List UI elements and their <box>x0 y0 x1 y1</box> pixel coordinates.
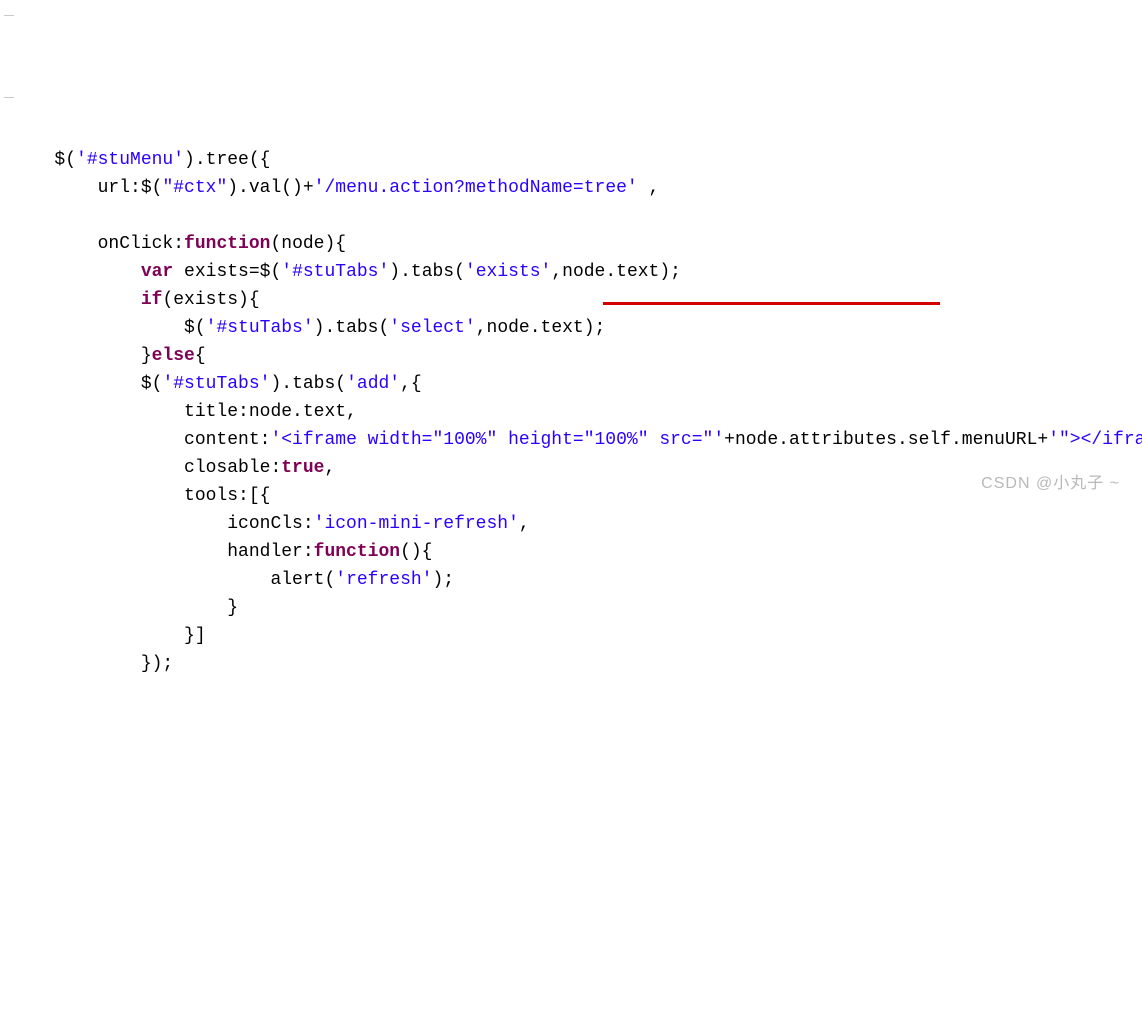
line-13: tools:[{ <box>22 486 270 506</box>
line-10: title:node.text, <box>22 402 357 422</box>
line-5: var exists=$('#stuTabs').tabs('exists',n… <box>22 262 681 282</box>
line-12: closable:true, <box>22 458 335 478</box>
line-8: }else{ <box>22 346 206 366</box>
line-16: alert('refresh'); <box>22 570 454 590</box>
line-11: content:'<iframe width="100%" height="10… <box>22 430 1142 450</box>
line-4: onClick:function(node){ <box>22 234 346 254</box>
gutter-mark-icon <box>4 97 14 98</box>
line-6: if(exists){ <box>22 290 260 310</box>
line-15: handler:function(){ <box>22 542 432 562</box>
line-18: }] <box>22 626 206 646</box>
code-block: $('#stuMenu').tree({ url:$("#ctx").val()… <box>0 118 1142 678</box>
line-14: iconCls:'icon-mini-refresh', <box>22 514 530 534</box>
watermark: CSDN @小丸子 ~ <box>981 470 1120 498</box>
line-1: $('#stuMenu').tree({ <box>22 150 270 170</box>
line-9: $('#stuTabs').tabs('add',{ <box>22 374 422 394</box>
line-2: url:$("#ctx").val()+'/menu.action?method… <box>22 178 659 198</box>
red-underline-annotation <box>603 304 940 305</box>
line-7: $('#stuTabs').tabs('select',node.text); <box>22 318 605 338</box>
line-17: } <box>22 598 238 618</box>
gutter-mark-icon <box>4 15 14 16</box>
line-19: }); <box>22 654 173 674</box>
